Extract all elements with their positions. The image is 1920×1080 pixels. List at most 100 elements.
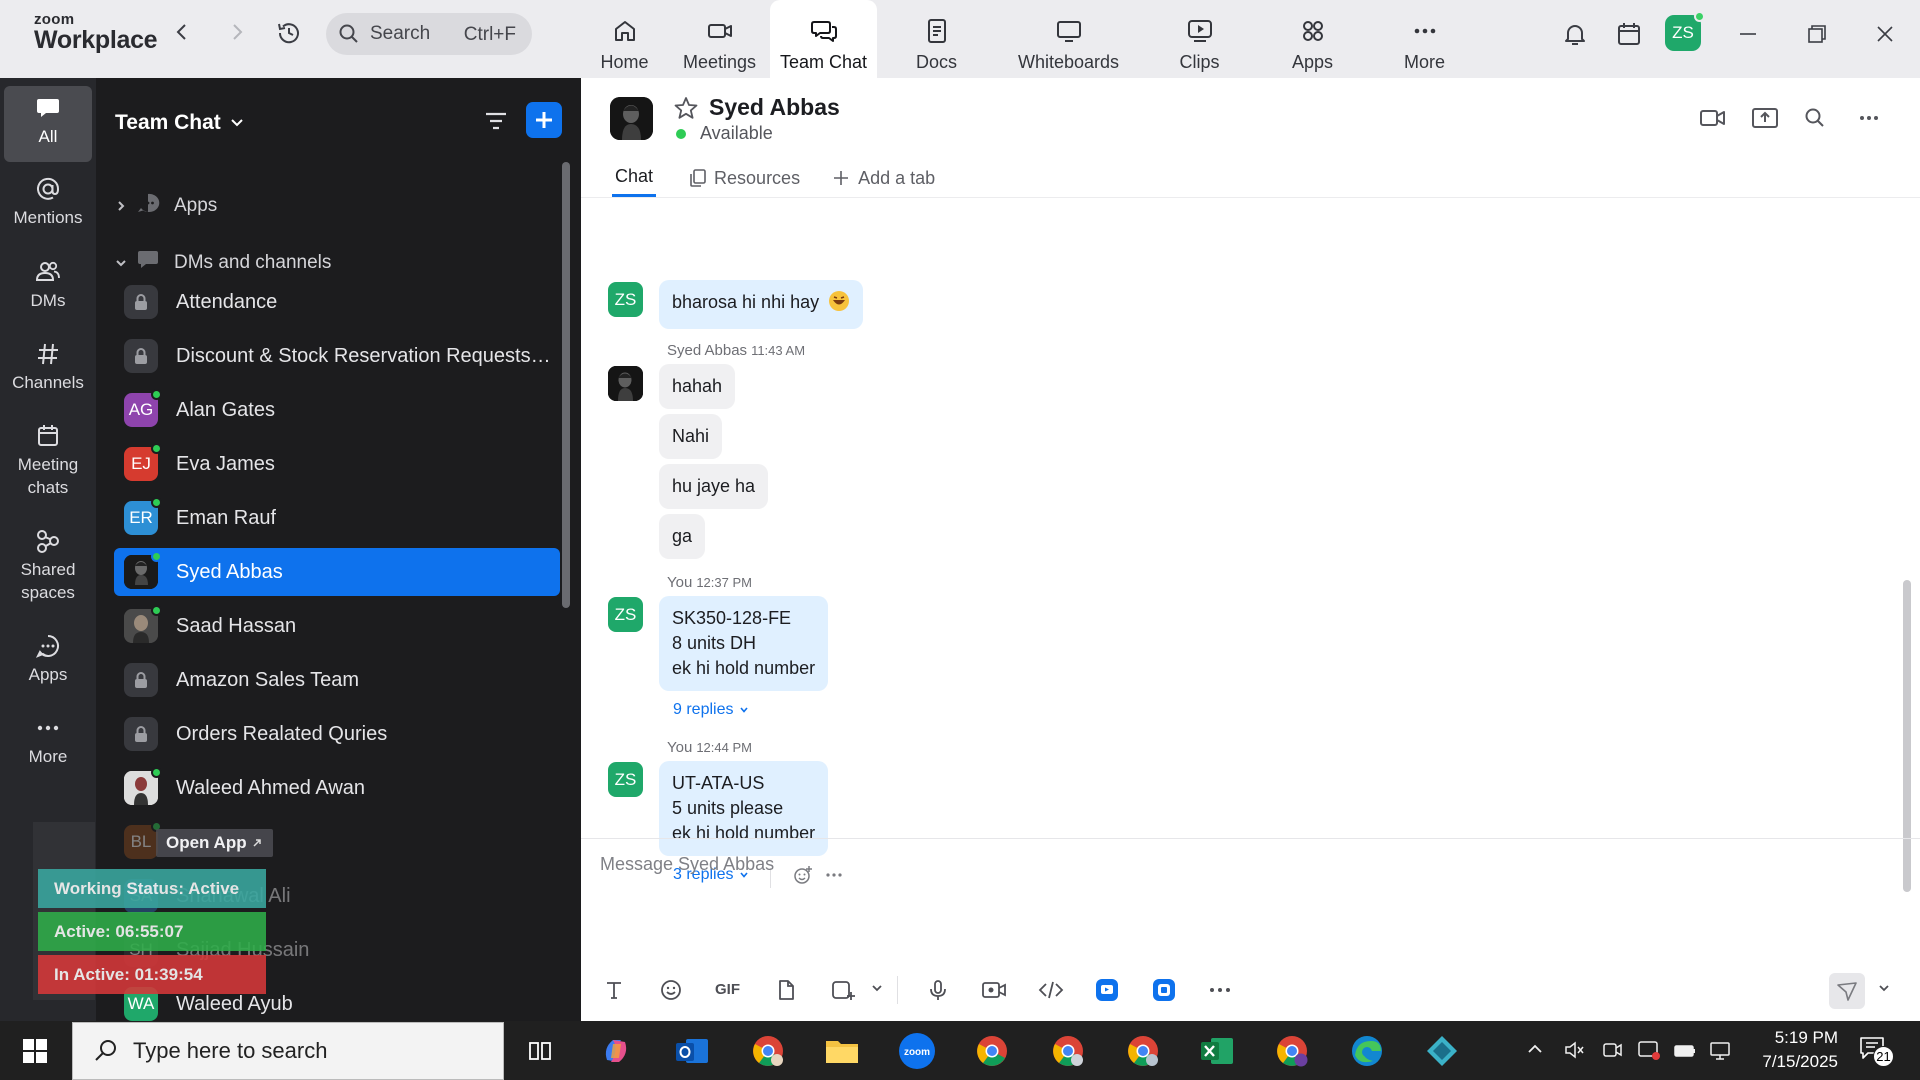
diamond-app-icon[interactable] [1422, 1031, 1462, 1071]
tab-resources[interactable]: Resources [688, 163, 800, 193]
nav-tab-clips[interactable]: Clips [1147, 0, 1252, 78]
tab-chat[interactable]: Chat [612, 163, 657, 197]
windows-start-icon[interactable] [22, 1038, 48, 1069]
message-bubble[interactable]: bharosa hi nhi hay [659, 280, 864, 329]
gif-icon[interactable]: GIF [715, 981, 740, 998]
chrome-profile-app-icon[interactable] [748, 1031, 788, 1071]
chat-list-item-waleed-ahmed-awan[interactable]: Waleed Ahmed Awan [114, 764, 560, 812]
history-icon[interactable] [275, 19, 303, 47]
chat-list-item-amazon-sales-team[interactable]: Amazon Sales Team [114, 656, 560, 704]
nav-tab-whiteboards[interactable]: Whiteboards [1011, 0, 1126, 78]
chat-list-item-saad-hassan[interactable]: Saad Hassan [114, 602, 560, 650]
rail-item-meeting-chats[interactable]: Meeting chats [0, 422, 96, 499]
rail-item-channels[interactable]: Channels [0, 340, 96, 394]
send-button[interactable] [1829, 973, 1865, 1009]
volume-muted-icon[interactable] [1563, 1039, 1585, 1066]
file-icon[interactable] [774, 978, 798, 1002]
file-explorer-app-icon[interactable] [822, 1031, 862, 1071]
user-avatar[interactable]: ZS [1665, 11, 1705, 51]
message-scrollbar[interactable] [1903, 580, 1911, 892]
message-bubble[interactable]: ga [659, 514, 706, 559]
search-icon[interactable] [1803, 106, 1827, 135]
message-input[interactable]: Message Syed Abbas [600, 854, 774, 875]
copilot-app-icon[interactable] [596, 1031, 636, 1071]
text-format-icon[interactable] [602, 978, 626, 1002]
message-bubble[interactable]: hu jaye ha [659, 464, 769, 509]
rail-item-shared-spaces[interactable]: Shared spaces [0, 527, 96, 604]
share-screen-icon[interactable] [1751, 106, 1779, 135]
taskbar-search-input[interactable]: Type here to search [72, 1022, 504, 1080]
nav-tab-meetings[interactable]: Meetings [667, 0, 772, 78]
chrome-z-app-icon[interactable] [1272, 1031, 1312, 1071]
chrome-profile-2-app-icon[interactable] [1048, 1031, 1088, 1071]
more-options-icon[interactable] [1857, 106, 1881, 135]
rail-item-apps[interactable]: Apps [0, 632, 96, 686]
microphone-icon[interactable] [926, 978, 950, 1002]
nav-tab-home[interactable]: Home [572, 0, 677, 78]
contact-avatar[interactable] [610, 97, 653, 140]
chat-list-item-syed-abbas[interactable]: Syed Abbas [114, 548, 560, 596]
app-icon[interactable] [1095, 978, 1119, 1002]
calendar-icon[interactable] [1615, 20, 1643, 48]
rail-item-mentions[interactable]: Mentions [0, 175, 96, 229]
chrome-app-icon[interactable] [972, 1031, 1012, 1071]
nav-tab-team-chat[interactable]: Team Chat [770, 0, 877, 78]
close-icon[interactable] [1873, 22, 1897, 46]
replies-link[interactable]: 9 replies [673, 701, 749, 719]
notification-center-icon[interactable]: 21 [1858, 1034, 1894, 1067]
chat-list-item-discount-stock[interactable]: Discount & Stock Reservation Requests O.… [114, 332, 560, 380]
code-icon[interactable] [1038, 978, 1064, 1002]
dropdown-icon[interactable] [870, 981, 884, 995]
video-message-icon[interactable] [981, 978, 1007, 1002]
filter-icon[interactable] [483, 108, 509, 139]
chat-list-item-orders-realated-quries[interactable]: Orders Realated Quries [114, 710, 560, 758]
add-reaction-icon[interactable] [793, 865, 813, 890]
tab-add-a-tab[interactable]: Add a tab [832, 163, 935, 193]
task-view-icon[interactable] [520, 1031, 560, 1071]
meet-now-icon[interactable] [1601, 1039, 1623, 1066]
more-icon[interactable] [1208, 978, 1232, 1002]
section-dms-and-channels[interactable]: DMs and channels [114, 248, 331, 278]
outlook-app-icon[interactable] [672, 1031, 712, 1071]
battery-icon[interactable] [1673, 1039, 1697, 1066]
message-bubble[interactable]: Nahi [659, 414, 723, 459]
zoom-app-icon[interactable]: zoom [883, 1021, 951, 1080]
rail-item-dms[interactable]: DMs [0, 258, 96, 312]
message-more-icon[interactable] [824, 865, 844, 890]
open-app-tooltip[interactable]: Open App [156, 829, 273, 857]
chat-list-item-eva-james[interactable]: EJ Eva James [114, 440, 560, 488]
emoji-icon[interactable] [659, 978, 683, 1002]
nav-tab-more[interactable]: More [1372, 0, 1477, 78]
video-call-icon[interactable] [1699, 106, 1727, 135]
new-chat-button[interactable] [526, 102, 562, 138]
chat-list-item-alan-gates[interactable]: AG Alan Gates [114, 386, 560, 434]
message-bubble[interactable]: hahah [659, 364, 736, 409]
bell-icon[interactable] [1561, 20, 1589, 48]
chat-list-item-attendance[interactable]: Attendance [114, 278, 560, 326]
chat-list-item-eman-rauf[interactable]: ER Eman Rauf [114, 494, 560, 542]
back-arrow-icon[interactable] [170, 20, 194, 44]
global-search-input[interactable]: Search Ctrl+F [326, 13, 532, 55]
section-apps[interactable]: Apps [114, 191, 217, 221]
star-icon[interactable] [673, 95, 699, 126]
rail-item-more[interactable]: More [0, 714, 96, 768]
forward-arrow-icon[interactable] [225, 20, 249, 44]
minimize-icon[interactable] [1736, 22, 1760, 46]
message-bubble[interactable]: SK350-128-FE 8 units DH ek hi hold numbe… [659, 596, 829, 691]
taskbar-clock[interactable]: 5:19 PM 7/15/2025 [1738, 1026, 1838, 1074]
rail-item-all[interactable]: All [4, 86, 92, 162]
chat-list-scrollbar[interactable] [562, 162, 570, 608]
chrome-profile-3-app-icon[interactable] [1123, 1031, 1163, 1071]
restore-icon[interactable] [1805, 22, 1829, 46]
team-chat-title[interactable]: Team Chat [115, 111, 244, 135]
nav-tab-docs[interactable]: Docs [884, 0, 989, 78]
show-hidden-icons-icon[interactable] [1525, 1039, 1545, 1064]
message-bubble[interactable]: UT-ATA-US 5 units please ek hi hold numb… [659, 761, 829, 856]
app-icon-2[interactable] [1152, 978, 1176, 1002]
nav-tab-apps[interactable]: Apps [1260, 0, 1365, 78]
network-icon[interactable] [1708, 1039, 1732, 1066]
edge-app-icon[interactable] [1347, 1031, 1387, 1071]
screen-capture-icon[interactable] [1637, 1039, 1661, 1066]
send-options-chevron-icon[interactable] [1877, 981, 1891, 995]
screenshot-icon[interactable] [830, 978, 856, 1002]
